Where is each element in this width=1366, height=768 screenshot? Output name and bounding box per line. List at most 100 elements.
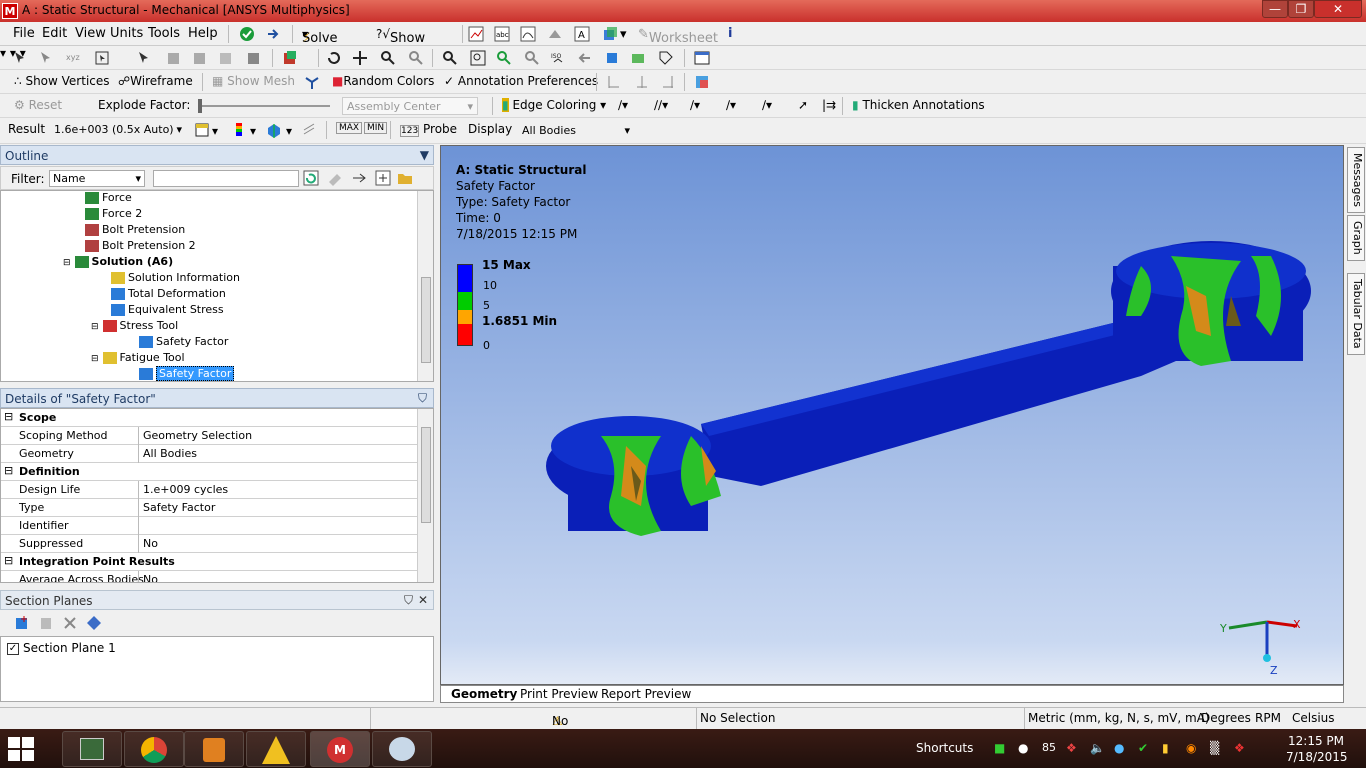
- volume-icon[interactable]: 🔈: [1090, 741, 1105, 755]
- close-button[interactable]: ✕: [1314, 0, 1362, 18]
- new-section-icon[interactable]: [14, 615, 30, 631]
- tag-icon[interactable]: [658, 50, 674, 66]
- result-scale-select[interactable]: 1.6e+003 (0.5x Auto) ▾: [50, 121, 186, 140]
- zoom-fit-icon[interactable]: [442, 50, 458, 66]
- annotation-preferences-button[interactable]: ✓ Annotation Preferences: [444, 74, 598, 88]
- align-icon[interactable]: [606, 74, 622, 90]
- cube-icon[interactable]: [602, 26, 618, 42]
- cube-dropdown[interactable]: ▾: [620, 27, 627, 42]
- min-icon[interactable]: MIN: [364, 122, 388, 134]
- tree-item-bolt-pretension[interactable]: Bolt Pretension: [85, 223, 185, 239]
- details-value[interactable]: Geometry Selection: [143, 429, 252, 442]
- contour-icon[interactable]: [194, 122, 210, 138]
- select-icon[interactable]: [12, 50, 28, 66]
- show-mesh-button[interactable]: ▦ Show Mesh: [212, 74, 295, 88]
- collapse-icon[interactable]: ⊟: [4, 464, 13, 477]
- details-row-suppressed[interactable]: Suppressed No: [1, 535, 417, 553]
- tab-report-preview[interactable]: Report Preview: [601, 687, 691, 701]
- tab-messages[interactable]: Messages: [1347, 147, 1365, 213]
- align3-icon[interactable]: [660, 74, 676, 90]
- render-icon[interactable]: [630, 50, 646, 66]
- filter-refresh-icon[interactable]: [303, 170, 319, 186]
- explode-slider[interactable]: [200, 105, 330, 107]
- rotate-icon[interactable]: [326, 50, 342, 66]
- details-group-integration-point-results[interactable]: ⊟ Integration Point Results: [1, 553, 417, 571]
- zoom-box-icon[interactable]: [470, 50, 486, 66]
- section-pin-icon[interactable]: ⛉: [404, 593, 413, 608]
- details-value[interactable]: All Bodies: [143, 447, 197, 460]
- edges-dropdown[interactable]: ▾: [286, 124, 292, 138]
- shortcuts-toolbar[interactable]: Shortcuts: [916, 741, 973, 755]
- zoom-out-icon[interactable]: [524, 50, 540, 66]
- details-row-design-life[interactable]: Design Life 1.e+009 cycles: [1, 481, 417, 499]
- edge-style3-icon[interactable]: ∕▾: [690, 98, 700, 112]
- details-row-scoping-method[interactable]: Scoping Method Geometry Selection: [1, 427, 417, 445]
- thicken-annotations-button[interactable]: ▮ Thicken Annotations: [852, 98, 985, 112]
- tray-icon-7[interactable]: ◉: [1186, 741, 1196, 755]
- select-type-icon[interactable]: [94, 50, 110, 66]
- edge-style5-icon[interactable]: ∕▾: [762, 98, 772, 112]
- chart-icon[interactable]: [468, 26, 484, 42]
- celsius-status[interactable]: Celsius: [1292, 711, 1335, 725]
- edit-section-icon[interactable]: [38, 615, 54, 631]
- details-row-identifier[interactable]: Identifier: [1, 517, 417, 535]
- taskbar-chrome[interactable]: [124, 731, 184, 767]
- zoom-icon[interactable]: [380, 50, 396, 66]
- worksheet-button[interactable]: ✎ Worksheet: [638, 27, 718, 46]
- box-zoom-icon[interactable]: [408, 50, 424, 66]
- details-row-geometry[interactable]: Geometry All Bodies: [1, 445, 417, 463]
- iso-icon[interactable]: ISO: [550, 50, 566, 66]
- pin-icon[interactable]: ▼: [420, 148, 429, 162]
- edges-icon[interactable]: [266, 122, 282, 138]
- probe-button[interactable]: 123 Probe: [400, 122, 457, 137]
- filter-search-input[interactable]: [153, 170, 299, 187]
- legend-color-icon[interactable]: [232, 122, 248, 138]
- tray-icon-2[interactable]: ●: [1018, 741, 1028, 755]
- tree-item-bolt-pretension-2[interactable]: Bolt Pretension 2: [85, 239, 196, 255]
- taskbar-mechanical[interactable]: M: [310, 731, 370, 767]
- vertex-icon[interactable]: xyz: [66, 50, 82, 66]
- tree-item-solution[interactable]: ⊟ Solution (A6): [63, 255, 173, 271]
- select-mode-icon[interactable]: [38, 50, 54, 66]
- display-select[interactable]: All Bodies ▾: [518, 122, 634, 140]
- degrees-status[interactable]: Degrees: [1201, 711, 1251, 725]
- edge-thick-icon[interactable]: |⇉: [822, 98, 836, 112]
- details-pin-icon[interactable]: ⛉: [418, 391, 427, 406]
- rpm-status[interactable]: RPM: [1255, 711, 1281, 725]
- shape-icon[interactable]: [547, 26, 563, 42]
- tray-icon-5[interactable]: ✔: [1138, 741, 1148, 755]
- random-colors-button[interactable]: ■Random Colors: [332, 74, 434, 88]
- abc-icon[interactable]: abc: [494, 26, 510, 42]
- windows-start-icon[interactable]: [8, 737, 34, 761]
- face-select-icon[interactable]: [192, 50, 208, 66]
- filter-select[interactable]: Name ▾: [49, 170, 145, 187]
- check-icon[interactable]: [239, 26, 255, 42]
- menu-view[interactable]: View: [75, 26, 106, 41]
- edge-select-icon[interactable]: [218, 50, 234, 66]
- details-group-definition[interactable]: ⊟ Definition: [1, 463, 417, 481]
- section-close-icon[interactable]: ✕: [418, 593, 428, 607]
- pan-icon[interactable]: [352, 50, 368, 66]
- taskbar-paint[interactable]: [372, 731, 432, 767]
- contour-dropdown[interactable]: ▾: [212, 124, 218, 138]
- update-icon[interactable]: [266, 26, 282, 42]
- tab-tabular-data[interactable]: Tabular Data: [1347, 273, 1365, 355]
- section-plane-item[interactable]: ✓ Section Plane 1: [7, 641, 116, 655]
- solve-button[interactable]: ⚡ Solve ▾: [302, 27, 338, 46]
- network-icon[interactable]: ▒: [1210, 741, 1219, 755]
- node-select-icon[interactable]: [246, 50, 262, 66]
- details-value[interactable]: No: [143, 573, 158, 582]
- tree-item-fatigue-safety-factor[interactable]: Safety Factor: [139, 366, 235, 381]
- details-value[interactable]: No: [143, 537, 158, 550]
- menu-units[interactable]: Units: [110, 26, 143, 41]
- outline-scroll-thumb[interactable]: [421, 277, 431, 363]
- clock-date[interactable]: 7/18/2015: [1286, 750, 1348, 764]
- add-icon[interactable]: [375, 170, 391, 186]
- tray-icon-6[interactable]: ▮: [1162, 741, 1169, 755]
- section-plane-checkbox[interactable]: ✓: [7, 642, 19, 655]
- maximize-button[interactable]: ❐: [1288, 0, 1314, 18]
- edge-style1-icon[interactable]: ∕▾: [618, 98, 628, 112]
- menu-help[interactable]: Help: [188, 26, 218, 41]
- tab-graph[interactable]: Graph: [1347, 215, 1365, 261]
- body-select-icon[interactable]: [166, 50, 182, 66]
